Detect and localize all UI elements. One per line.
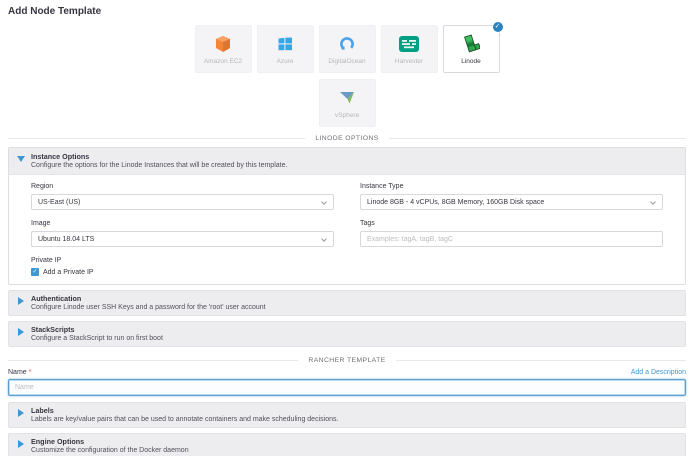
divider-line bbox=[389, 138, 686, 139]
image-select[interactable]: Ubuntu 18.04 LTS bbox=[31, 231, 334, 247]
add-description-link[interactable]: Add a Description bbox=[631, 369, 686, 376]
instance-options-panel: Instance Options Configure the options f… bbox=[8, 147, 686, 285]
divider-line bbox=[8, 360, 298, 361]
accordion-description: Customize the configuration of the Docke… bbox=[31, 447, 675, 454]
chevron-right-icon bbox=[18, 409, 24, 417]
add-private-ip-checkbox-label: Add a Private IP bbox=[43, 269, 94, 276]
image-field: Image Ubuntu 18.04 LTS bbox=[31, 220, 334, 247]
name-label: Name* bbox=[8, 369, 31, 376]
name-label-row: Name* Add a Description bbox=[8, 369, 686, 376]
stackscripts-accordion[interactable]: StackScripts Configure a StackScript to … bbox=[8, 321, 686, 347]
tags-input[interactable] bbox=[360, 231, 663, 247]
provider-card-azure[interactable]: Azure bbox=[257, 25, 314, 73]
instance-type-field: Instance Type Linode 8GB - 4 vCPUs, 8GB … bbox=[360, 183, 663, 210]
vsphere-icon bbox=[337, 88, 357, 108]
linode-options-section-header: LINODE OPTIONS bbox=[8, 135, 686, 142]
provider-card-digitalocean[interactable]: DigitalOcean bbox=[319, 25, 376, 73]
instance-type-select[interactable]: Linode 8GB - 4 vCPUs, 8GB Memory, 160GB … bbox=[360, 194, 663, 210]
linode-icon bbox=[462, 34, 480, 54]
accordion-description: Configure the options for the Linode Ins… bbox=[31, 162, 675, 169]
selected-check-badge bbox=[492, 21, 504, 33]
page-title: Add Node Template bbox=[8, 6, 686, 17]
digitalocean-icon bbox=[338, 34, 356, 54]
chevron-down-icon bbox=[650, 199, 656, 205]
accordion-description: Configure a StackScript to run on first … bbox=[31, 335, 675, 342]
chevron-down-icon bbox=[17, 156, 25, 162]
checkbox-checked-icon bbox=[31, 268, 39, 276]
provider-card-label: Amazon EC2 bbox=[204, 58, 242, 65]
provider-card-label: Linode bbox=[461, 58, 481, 65]
tags-label: Tags bbox=[360, 220, 663, 227]
accordion-title: Engine Options bbox=[31, 437, 675, 446]
private-ip-field: Private IP Add a Private IP bbox=[31, 257, 334, 276]
accordion-description: Configure Linode user SSH Keys and a pas… bbox=[31, 304, 675, 311]
provider-card-label: vSphere bbox=[335, 112, 359, 119]
instance-options-body: Region US-East (US) Instance Type Linode… bbox=[9, 175, 685, 284]
image-selected-value: Ubuntu 18.04 LTS bbox=[38, 236, 94, 243]
chevron-down-icon bbox=[321, 199, 327, 205]
instance-type-label: Instance Type bbox=[360, 183, 663, 190]
name-input-wrap bbox=[8, 379, 686, 396]
azure-icon bbox=[276, 34, 294, 54]
region-field: Region US-East (US) bbox=[31, 183, 334, 210]
chevron-down-icon bbox=[321, 236, 327, 242]
region-select[interactable]: US-East (US) bbox=[31, 194, 334, 210]
engine-options-accordion[interactable]: Engine Options Customize the configurati… bbox=[8, 433, 686, 456]
provider-cards-row-1: Amazon EC2 Azure DigitalOcean bbox=[8, 25, 686, 73]
add-node-template-page: Add Node Template Amazon EC2 bbox=[0, 0, 694, 456]
provider-card-label: Harvester bbox=[395, 58, 423, 65]
accordion-title: Authentication bbox=[31, 294, 675, 303]
accordion-description: Labels are key/value pairs that can be u… bbox=[31, 416, 675, 423]
accordion-title: Instance Options bbox=[31, 152, 675, 161]
instance-type-selected-value: Linode 8GB - 4 vCPUs, 8GB Memory, 160GB … bbox=[367, 199, 544, 206]
name-input[interactable] bbox=[8, 379, 686, 396]
provider-card-label: Azure bbox=[277, 58, 294, 65]
tags-field: Tags bbox=[360, 220, 663, 247]
chevron-right-icon bbox=[18, 328, 24, 336]
provider-card-linode[interactable]: Linode bbox=[443, 25, 500, 73]
region-selected-value: US-East (US) bbox=[38, 199, 80, 206]
accordion-title: StackScripts bbox=[31, 325, 675, 334]
private-ip-label: Private IP bbox=[31, 257, 334, 264]
authentication-accordion[interactable]: Authentication Configure Linode user SSH… bbox=[8, 290, 686, 316]
labels-accordion[interactable]: Labels Labels are key/value pairs that c… bbox=[8, 402, 686, 428]
add-private-ip-checkbox[interactable]: Add a Private IP bbox=[31, 268, 334, 276]
provider-card-label: DigitalOcean bbox=[328, 58, 365, 65]
provider-card-amazon-ec2[interactable]: Amazon EC2 bbox=[195, 25, 252, 73]
instance-options-accordion-header[interactable]: Instance Options Configure the options f… bbox=[9, 148, 685, 175]
required-marker: * bbox=[29, 369, 32, 376]
divider-line bbox=[396, 360, 686, 361]
region-label: Region bbox=[31, 183, 334, 190]
image-label: Image bbox=[31, 220, 334, 227]
rancher-template-heading: RANCHER TEMPLATE bbox=[308, 357, 385, 364]
provider-cards-row-2: vSphere bbox=[8, 79, 686, 127]
harvester-icon bbox=[399, 34, 419, 54]
rancher-template-section-header: RANCHER TEMPLATE bbox=[8, 357, 686, 364]
accordion-title: Labels bbox=[31, 406, 675, 415]
provider-card-vsphere[interactable]: vSphere bbox=[319, 79, 376, 127]
provider-card-harvester[interactable]: Harvester bbox=[381, 25, 438, 73]
chevron-right-icon bbox=[18, 297, 24, 305]
divider-line bbox=[8, 138, 305, 139]
chevron-right-icon bbox=[18, 440, 24, 448]
linode-options-heading: LINODE OPTIONS bbox=[315, 135, 378, 142]
amazon-ec2-icon bbox=[214, 34, 232, 54]
